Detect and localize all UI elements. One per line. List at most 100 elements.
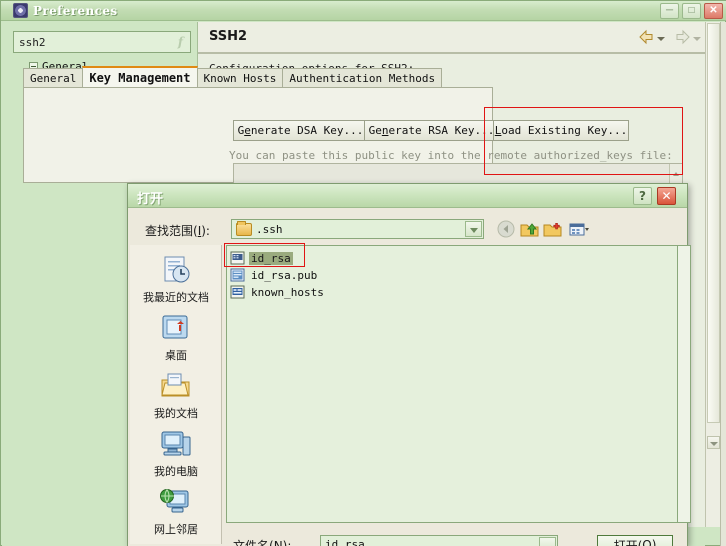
place-recent-documents[interactable]: 我最近的文档 xyxy=(130,253,222,305)
button-label-post: erate RSA Key... xyxy=(388,124,495,137)
tab-key-management[interactable]: Key Management xyxy=(82,66,198,87)
place-label: 我最近的文档 xyxy=(143,291,209,304)
list-item[interactable]: id_rsa.pub xyxy=(230,267,319,283)
page-title: SSH2 xyxy=(209,29,248,44)
forward-history-dropdown-icon[interactable] xyxy=(693,35,702,44)
place-label: 我的电脑 xyxy=(154,465,198,478)
place-label: 我的文档 xyxy=(154,407,198,420)
button-label-pre: G xyxy=(237,124,245,137)
look-in-label-pre: 查找范围( xyxy=(145,224,198,238)
dialog-help-button[interactable]: ? xyxy=(633,187,652,205)
dialog-titlebar[interactable]: 打开 xyxy=(128,184,687,208)
back-history-dropdown-icon[interactable] xyxy=(657,35,666,44)
place-my-computer[interactable]: 我的电脑 xyxy=(130,427,222,479)
outer-vertical-scrollbar[interactable] xyxy=(720,22,726,546)
pub-file-icon xyxy=(230,268,245,282)
tab-label: General xyxy=(30,71,77,85)
places-bar: 我最近的文档 桌面 我的文档 我的电脑 网上邻居 xyxy=(130,245,222,544)
generate-rsa-key-button[interactable]: Ge n erate RSA Key... xyxy=(364,120,499,141)
button-label-mnemonic: L xyxy=(494,124,502,137)
close-icon: ✕ xyxy=(661,189,672,203)
help-icon: ? xyxy=(639,189,646,203)
recent-documents-icon xyxy=(130,253,222,287)
desktop-icon xyxy=(130,311,222,345)
file-name: known_hosts xyxy=(251,285,324,299)
my-computer-icon xyxy=(130,427,222,461)
new-folder-icon[interactable] xyxy=(542,219,563,239)
look-in-value: .ssh xyxy=(256,222,283,236)
button-label-post: oad Existing Key... xyxy=(501,124,628,137)
preferences-vertical-scrollbar[interactable] xyxy=(705,22,720,527)
button-label-mnemonic: e xyxy=(244,124,251,137)
button-label-pre: Ge xyxy=(368,124,382,137)
hosts-file-icon xyxy=(230,285,245,299)
list-item[interactable]: known_hosts xyxy=(230,284,326,300)
scrollbar-thumb[interactable] xyxy=(707,23,720,423)
close-button[interactable]: ✕ xyxy=(704,3,723,19)
back-arrow-icon[interactable] xyxy=(638,29,655,45)
place-network-neighborhood[interactable]: 网上邻居 xyxy=(130,485,222,537)
file-name-input-value: id_rsa xyxy=(325,538,365,546)
preferences-gear-icon xyxy=(13,3,28,18)
open-button-label-mnemonic: O xyxy=(642,538,652,546)
file-name-label-mnemonic: N xyxy=(273,539,283,546)
back-button-icon[interactable] xyxy=(496,219,517,239)
button-label-post: nerate DSA Key... xyxy=(250,124,364,137)
paste-public-key-hint: You can paste this public key into the r… xyxy=(229,149,673,162)
list-item[interactable]: id_rsa xyxy=(230,250,293,266)
file-name-label: 文件名(N): xyxy=(233,537,291,546)
open-button[interactable]: 打开(O) xyxy=(597,535,673,546)
views-dropdown-icon[interactable] xyxy=(568,219,589,239)
my-documents-icon xyxy=(130,369,222,403)
tab-authentication-methods[interactable]: Authentication Methods xyxy=(282,68,443,87)
tab-label: Authentication Methods xyxy=(289,71,436,85)
window-titlebar[interactable]: Preferences ─ □ ✕ xyxy=(1,1,726,21)
preferences-filter-input[interactable] xyxy=(13,31,191,53)
close-icon: ✕ xyxy=(709,5,718,16)
scroll-down-arrow-icon[interactable] xyxy=(707,436,720,449)
folder-icon xyxy=(236,220,252,236)
load-existing-key-button[interactable]: Load Existing Key... xyxy=(493,120,629,141)
forward-arrow-icon[interactable] xyxy=(674,29,691,45)
file-name: id_rsa.pub xyxy=(251,268,318,282)
tab-strip: General Key Management Known Hosts Authe… xyxy=(23,66,493,87)
tab-known-hosts[interactable]: Known Hosts xyxy=(196,68,284,87)
place-label: 桌面 xyxy=(165,349,187,362)
filter-icon[interactable]: f xyxy=(174,35,187,49)
place-label: 网上邻居 xyxy=(154,523,198,536)
tab-label: Key Management xyxy=(89,70,191,85)
place-my-documents[interactable]: 我的文档 xyxy=(130,369,222,421)
network-neighborhood-icon xyxy=(130,485,222,519)
minimize-icon: ─ xyxy=(665,5,674,16)
dialog-title: 打开 xyxy=(137,192,164,207)
chevron-down-icon[interactable] xyxy=(465,221,482,237)
key-file-icon xyxy=(230,251,245,265)
file-name-label-pre: 文件名( xyxy=(233,539,274,546)
button-label-mnemonic: n xyxy=(381,124,389,137)
maximize-button[interactable]: □ xyxy=(682,3,701,19)
open-button-label-pre: 打开( xyxy=(613,538,643,546)
window-title: Preferences xyxy=(33,3,118,18)
tab-label: Known Hosts xyxy=(203,71,277,85)
place-desktop[interactable]: 桌面 xyxy=(130,311,222,363)
maximize-icon: □ xyxy=(688,5,695,16)
panel-header: SSH2 xyxy=(198,22,706,54)
file-name-combobox[interactable]: id_rsa xyxy=(320,535,558,546)
look-in-label: 查找范围(I): xyxy=(145,222,210,239)
chevron-down-icon[interactable] xyxy=(539,537,556,546)
window-controls: ─ □ ✕ xyxy=(660,3,723,19)
filter-row: f xyxy=(13,31,191,53)
dialog-close-button[interactable]: ✕ xyxy=(657,187,676,205)
minimize-button[interactable]: ─ xyxy=(660,3,679,19)
file-name: id_rsa xyxy=(249,251,293,265)
file-list-vertical-scrollbar[interactable] xyxy=(678,245,691,523)
file-name-label-post: ): xyxy=(282,539,292,546)
generate-dsa-key-button[interactable]: Ge nerate DSA Key... xyxy=(233,120,368,141)
look-in-label-post: ): xyxy=(201,224,210,238)
up-one-level-icon[interactable] xyxy=(519,219,540,239)
open-button-label-post: ) xyxy=(651,538,657,546)
look-in-combobox[interactable]: .ssh xyxy=(231,219,484,239)
public-key-textarea[interactable] xyxy=(233,163,683,186)
tab-general[interactable]: General xyxy=(23,68,84,87)
file-list[interactable]: id_rsa id_rsa.pub known_hosts xyxy=(226,245,678,523)
